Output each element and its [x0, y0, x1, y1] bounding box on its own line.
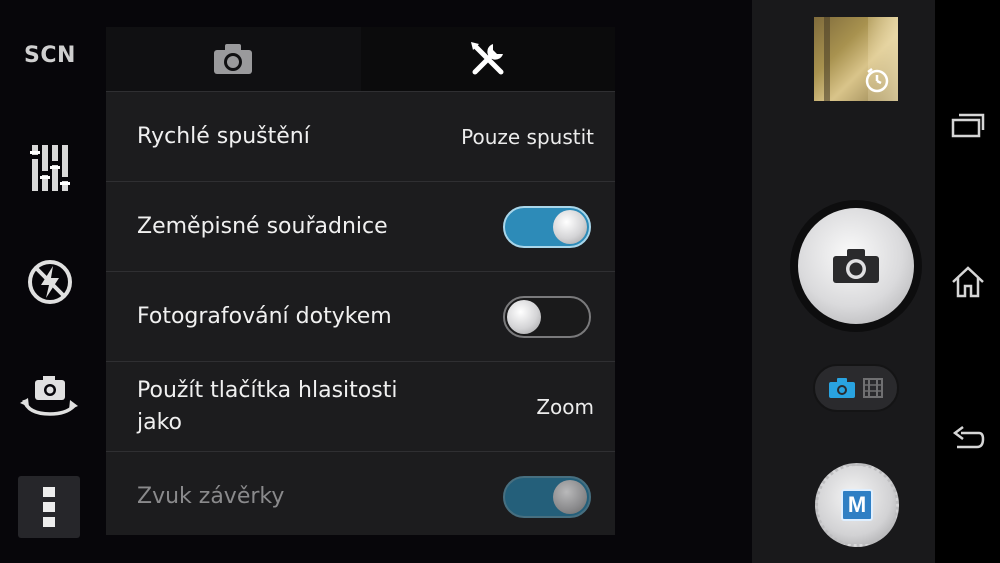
- photo-video-switch[interactable]: [813, 364, 899, 412]
- settings-tabs: [106, 27, 615, 91]
- camera-icon: [833, 249, 879, 283]
- more-options-button[interactable]: [18, 476, 80, 538]
- more-options-icon: [43, 487, 55, 527]
- recent-apps-button[interactable]: [945, 102, 991, 148]
- recent-apps-icon: [951, 113, 985, 138]
- toggle-knob: [507, 299, 541, 334]
- setting-label: Použít tlačítka hlasitosti jako: [137, 377, 398, 435]
- shutter-button-ring: [790, 200, 922, 332]
- camera-controls-column: M: [752, 0, 935, 563]
- setting-value: Zoom: [536, 394, 594, 419]
- camera-side-toolbar: SCN: [0, 0, 100, 563]
- self-timer-icon: [865, 68, 889, 93]
- system-navigation-bar: [935, 0, 1000, 563]
- manual-mode-button[interactable]: M: [815, 463, 899, 547]
- setting-label: Rychlé spuštění: [137, 123, 310, 149]
- touch-capture-toggle[interactable]: [503, 295, 591, 338]
- scene-mode-button[interactable]: SCN: [24, 43, 76, 68]
- setting-row-geotagging[interactable]: Zeměpisné souřadnice: [106, 181, 615, 271]
- setting-row-quick-launch[interactable]: Rychlé spuštění Pouze spustit: [106, 91, 615, 181]
- last-photo-thumbnail[interactable]: [814, 17, 898, 101]
- setting-row-volume-keys[interactable]: Použít tlačítka hlasitosti jako Zoom: [106, 361, 615, 451]
- geotagging-toggle[interactable]: [503, 205, 591, 248]
- setting-label: Zvuk závěrky: [137, 483, 285, 509]
- shutter-sound-toggle: [503, 475, 591, 518]
- toggle-knob: [553, 209, 587, 244]
- home-icon: [952, 266, 984, 298]
- setting-value: Pouze spustit: [461, 124, 594, 149]
- manual-mode-label: M: [841, 489, 873, 521]
- setting-label: Zeměpisné souřadnice: [137, 213, 388, 239]
- back-icon: [952, 426, 985, 449]
- video-icon: [863, 378, 883, 398]
- toggle-knob: [553, 479, 587, 514]
- setting-row-touch-capture[interactable]: Fotografování dotykem: [106, 271, 615, 361]
- setting-label: Fotografování dotykem: [137, 303, 392, 329]
- tools-icon: [470, 42, 504, 75]
- home-button[interactable]: [945, 259, 991, 305]
- tab-general-settings[interactable]: [360, 27, 615, 91]
- setting-row-shutter-sound: Zvuk závěrky: [106, 451, 615, 541]
- thumbnail-detail: [824, 17, 830, 101]
- tab-camera-settings[interactable]: [106, 27, 361, 91]
- flash-off-icon[interactable]: [18, 252, 82, 312]
- shutter-button[interactable]: [798, 208, 914, 324]
- settings-panel: Rychlé spuštění Pouze spustit Zeměpisné …: [106, 27, 615, 535]
- settings-sliders-icon[interactable]: [18, 138, 82, 198]
- switch-camera-icon[interactable]: [18, 365, 82, 425]
- back-button[interactable]: [945, 416, 991, 462]
- camera-icon: [829, 378, 855, 398]
- camera-icon: [214, 44, 253, 74]
